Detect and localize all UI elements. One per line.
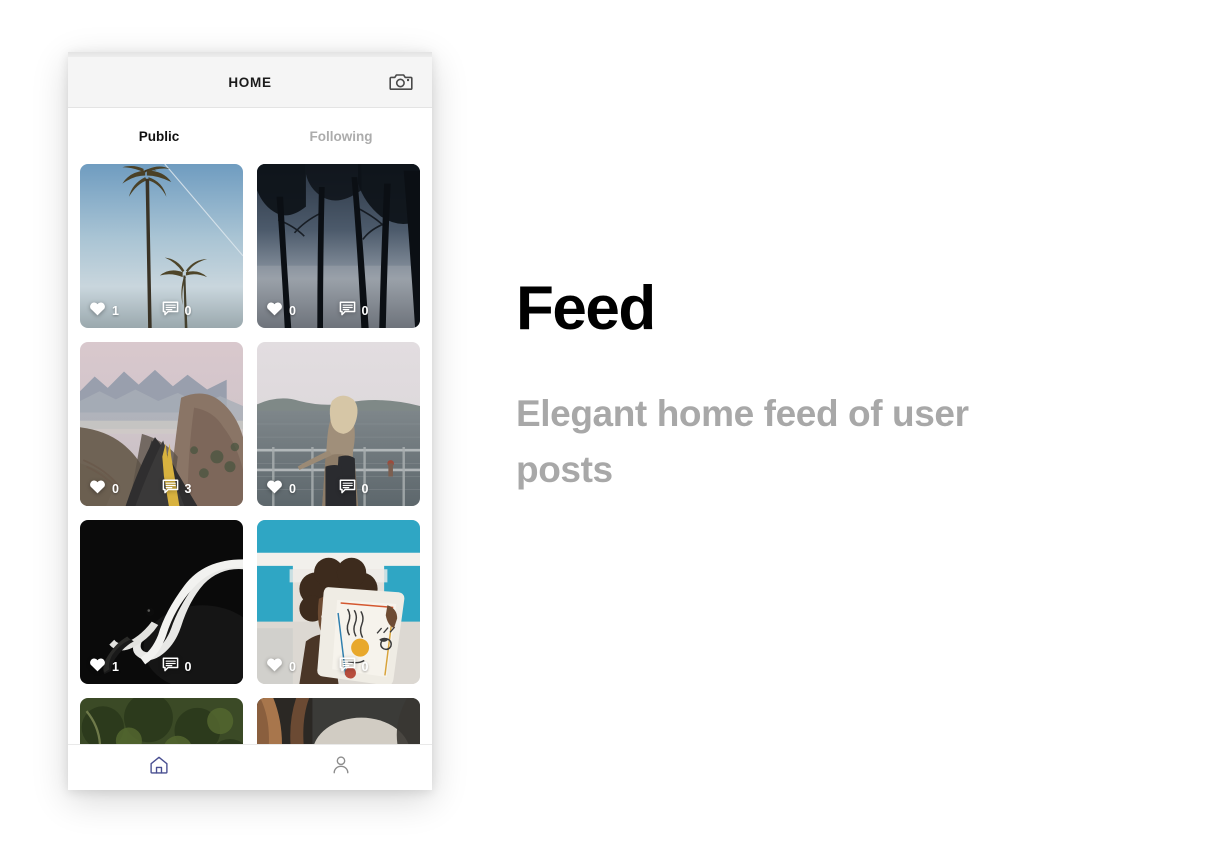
comment-count: 3 xyxy=(184,482,192,496)
like-group[interactable]: 0 xyxy=(266,301,339,321)
comment-group[interactable]: 0 xyxy=(339,479,412,499)
comment-count: 0 xyxy=(361,660,369,674)
post-meta: 1 0 xyxy=(80,650,243,684)
post-grid: 1 0 0 0 0 3 0 0 1 0 0 0 xyxy=(80,164,420,744)
like-count: 0 xyxy=(289,304,296,318)
heart-icon xyxy=(89,301,106,321)
person-icon xyxy=(330,754,352,781)
comment-group[interactable]: 0 xyxy=(162,301,235,321)
comment-group[interactable]: 0 xyxy=(339,301,412,321)
like-group[interactable]: 0 xyxy=(266,479,339,499)
heart-icon xyxy=(89,479,106,499)
heart-icon xyxy=(89,657,106,677)
post-meta: 0 0 xyxy=(257,472,420,506)
like-count: 1 xyxy=(112,660,119,674)
caption-title: Feed xyxy=(516,274,656,343)
like-count: 0 xyxy=(289,660,296,674)
app-header: HOME xyxy=(68,57,432,108)
nav-home-button[interactable] xyxy=(68,745,250,790)
post-meta: 0 3 xyxy=(80,472,243,506)
feed-tabs: Public Following xyxy=(68,108,432,164)
phone-mockup: HOME Public Following 1 0 0 0 0 3 0 0 1 … xyxy=(68,52,432,790)
comment-count: 0 xyxy=(184,304,192,318)
like-group[interactable]: 1 xyxy=(89,657,162,677)
like-count: 1 xyxy=(112,304,119,318)
nav-profile-button[interactable] xyxy=(250,745,432,790)
post-card[interactable]: 0 3 xyxy=(80,342,243,506)
comment-icon xyxy=(339,479,356,499)
comment-icon xyxy=(339,657,356,677)
camera-icon[interactable] xyxy=(388,71,414,93)
like-group[interactable]: 1 xyxy=(89,301,162,321)
tab-public[interactable]: Public xyxy=(68,129,250,144)
comment-count: 0 xyxy=(184,660,192,674)
post-meta: 0 0 xyxy=(257,294,420,328)
post-card[interactable]: 1 0 xyxy=(80,520,243,684)
comment-icon xyxy=(162,301,179,321)
home-icon xyxy=(148,754,170,781)
post-meta: 0 0 xyxy=(257,650,420,684)
caption-subtitle: Elegant home feed of user posts xyxy=(516,393,969,490)
comment-icon xyxy=(339,301,356,321)
like-count: 0 xyxy=(112,482,119,496)
like-group[interactable]: 0 xyxy=(89,479,162,499)
page-root: HOME Public Following 1 0 0 0 0 3 0 0 1 … xyxy=(0,0,1230,842)
page-title: HOME xyxy=(228,74,272,90)
like-group[interactable]: 0 xyxy=(266,657,339,677)
heart-icon xyxy=(266,479,283,499)
feed-scroll-area[interactable]: 1 0 0 0 0 3 0 0 1 0 0 0 xyxy=(68,164,432,744)
caption-panel: Feed Elegant home feed of user posts xyxy=(516,278,1076,497)
post-meta: 1 0 xyxy=(80,294,243,328)
comment-count: 0 xyxy=(361,304,369,318)
post-image xyxy=(80,698,243,744)
like-count: 0 xyxy=(289,482,296,496)
post-card[interactable] xyxy=(257,698,420,744)
post-card[interactable] xyxy=(80,698,243,744)
comment-icon xyxy=(162,657,179,677)
bottom-navigation xyxy=(68,744,432,790)
post-card[interactable]: 0 0 xyxy=(257,342,420,506)
comment-count: 0 xyxy=(361,482,369,496)
post-card[interactable]: 0 0 xyxy=(257,520,420,684)
comment-group[interactable]: 0 xyxy=(162,657,235,677)
post-card[interactable]: 1 0 xyxy=(80,164,243,328)
post-card[interactable]: 0 0 xyxy=(257,164,420,328)
comment-group[interactable]: 3 xyxy=(162,479,235,499)
post-image xyxy=(257,698,420,744)
comment-group[interactable]: 0 xyxy=(339,657,412,677)
comment-icon xyxy=(162,479,179,499)
heart-icon xyxy=(266,657,283,677)
heart-icon xyxy=(266,301,283,321)
tab-following[interactable]: Following xyxy=(250,129,432,144)
